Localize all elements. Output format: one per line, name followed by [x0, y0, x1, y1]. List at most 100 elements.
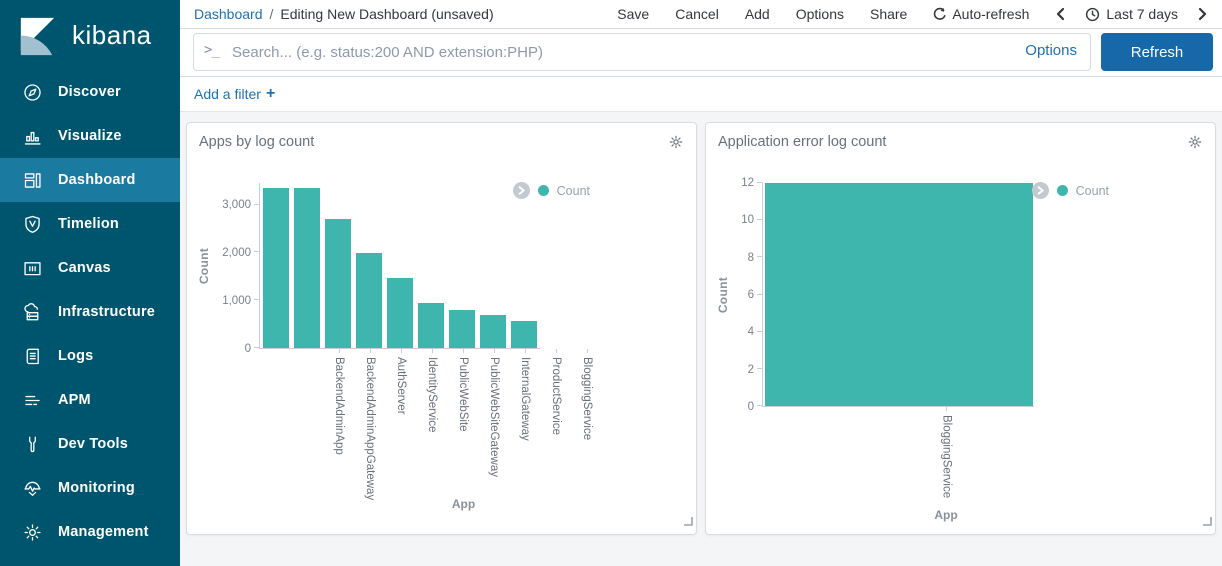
chart-grid: Count 01,0002,0003,000 BackendAdminAppBa… [195, 183, 696, 511]
chart-grid: Count 024681012 BloggingService App [714, 183, 1215, 522]
bars [763, 183, 1034, 406]
chevron-left-icon[interactable] [1055, 7, 1065, 21]
frame-icon [21, 257, 43, 279]
x-tick: BloggingService [810, 407, 1082, 502]
refresh-button[interactable]: Refresh [1101, 33, 1213, 71]
panel-options-gear-icon[interactable] [668, 134, 684, 150]
y-tick-label: 4 [748, 326, 754, 338]
sidebar-item-logs[interactable]: Logs [0, 334, 180, 378]
sidebar-item-label: Dashboard [58, 172, 136, 188]
y-tick-label: 1,000 [222, 295, 251, 307]
y-tick-label: 12 [741, 177, 754, 189]
legend-color-dot[interactable] [538, 185, 549, 196]
top-menu: Save Cancel Add Options Share Auto-refresh [617, 6, 1208, 22]
bar-ProductService[interactable] [480, 315, 506, 348]
bar-AuthServer[interactable] [325, 219, 351, 348]
y-tick-mark [757, 405, 762, 406]
search-bar-row: >_ Options Refresh [180, 29, 1222, 77]
chevron-right-icon[interactable] [1198, 7, 1208, 21]
menu-add[interactable]: Add [745, 6, 770, 22]
x-tick: PublicWebSiteGateway [478, 349, 509, 491]
y-tick-label: 2,000 [222, 247, 251, 259]
time-navigation: Last 7 days [1055, 6, 1208, 22]
bar-chart-apps-by-log-count: Count 01,0002,0003,000 BackendAdminAppBa… [195, 183, 696, 511]
legend-toggle-icon[interactable] [513, 182, 530, 199]
x-tick-label: PublicWebSite [456, 357, 469, 491]
legend-label[interactable]: Count [557, 184, 590, 198]
x-tick: PublicWebSite [447, 349, 478, 491]
x-axis-title: App [810, 508, 1082, 522]
sidebar-item-label: Visualize [58, 128, 122, 144]
legend-toggle-icon[interactable] [1032, 182, 1049, 199]
sidebar-item-dev-tools[interactable]: Dev Tools [0, 422, 180, 466]
clock-icon [1085, 7, 1100, 22]
time-range-picker[interactable]: Last 7 days [1085, 6, 1178, 22]
search-input[interactable] [193, 33, 1091, 71]
x-tick-label: AuthServer [394, 357, 407, 491]
bar-slot [384, 183, 415, 348]
sidebar-item-visualize[interactable]: Visualize [0, 114, 180, 158]
breadcrumb-dashboard-link[interactable]: Dashboard [194, 6, 263, 22]
chart-legend: Count [1032, 182, 1109, 199]
shield-icon [21, 213, 43, 235]
sidebar-item-canvas[interactable]: Canvas [0, 246, 180, 290]
menu-options[interactable]: Options [796, 6, 844, 22]
y-tick-mark [757, 182, 762, 183]
x-tick: ProductService [540, 349, 571, 491]
main-area: Dashboard / Editing New Dashboard (unsav… [180, 0, 1222, 566]
panel-title: Apps by log count [199, 134, 314, 150]
panel-resize-handle[interactable] [1202, 513, 1212, 531]
sidebar-item-label: Monitoring [58, 480, 135, 496]
bar-BackendAdminAppGateway[interactable] [294, 188, 320, 348]
sidebar-item-management[interactable]: Management [0, 510, 180, 554]
sidebar-item-dashboard[interactable]: Dashboard [0, 158, 180, 202]
sidebar-item-monitoring[interactable]: Monitoring [0, 466, 180, 510]
bar-slot [353, 183, 384, 348]
menu-share[interactable]: Share [870, 6, 907, 22]
panel-resize-handle[interactable] [683, 513, 693, 531]
bar-BloggingService[interactable] [511, 321, 537, 348]
dashboard-grid-icon [21, 169, 43, 191]
y-tick-mark [254, 251, 259, 252]
y-axis: 01,0002,0003,000 [213, 183, 259, 349]
sidebar-item-label: Logs [58, 348, 93, 364]
menu-save[interactable]: Save [617, 6, 649, 22]
y-tick-mark [254, 299, 259, 300]
panel-header: Application error log count [706, 123, 1215, 151]
y-tick-label: 6 [748, 289, 754, 301]
brand[interactable]: kibana [0, 0, 180, 70]
x-tick: BloggingService [571, 349, 602, 491]
y-axis: 024681012 [732, 183, 762, 407]
refresh-cycle-icon [933, 7, 947, 21]
legend-label[interactable]: Count [1076, 184, 1109, 198]
bar-slot [446, 183, 477, 348]
sidebar-item-discover[interactable]: Discover [0, 70, 180, 114]
sidebar-item-infrastructure[interactable]: Infrastructure [0, 290, 180, 334]
time-range-label: Last 7 days [1106, 6, 1178, 22]
sidebar-item-label: Discover [58, 84, 121, 100]
bar-PublicWebSite[interactable] [387, 278, 413, 348]
sidebar-item-timelion[interactable]: Timelion [0, 202, 180, 246]
wrench-icon [21, 433, 43, 455]
x-tick-label: BloggingService [580, 357, 593, 491]
y-tick-mark [254, 347, 259, 348]
bar-BackendAdminApp[interactable] [263, 188, 289, 348]
x-tick: InternalGateway [509, 349, 540, 491]
x-tick-label: InternalGateway [518, 357, 531, 491]
panel-options-gear-icon[interactable] [1187, 134, 1203, 150]
breadcrumb: Dashboard / Editing New Dashboard (unsav… [194, 6, 494, 22]
auto-refresh-button[interactable]: Auto-refresh [933, 6, 1029, 22]
sidebar-item-apm[interactable]: APM [0, 378, 180, 422]
x-tick-label: BackendAdminApp [332, 357, 345, 491]
x-tick-label: PublicWebSiteGateway [487, 357, 500, 491]
menu-cancel[interactable]: Cancel [675, 6, 719, 22]
bar-PublicWebSiteGateway[interactable] [418, 303, 444, 348]
bar-BloggingService[interactable] [765, 183, 1033, 406]
search-box: >_ Options [193, 33, 1091, 71]
kibana-logo-icon [13, 12, 60, 59]
bar-InternalGateway[interactable] [449, 310, 475, 348]
bar-IdentityService[interactable] [356, 253, 382, 348]
search-options-link[interactable]: Options [1025, 42, 1077, 59]
legend-color-dot[interactable] [1057, 185, 1068, 196]
add-filter-button[interactable]: Add a filter + [194, 86, 275, 102]
